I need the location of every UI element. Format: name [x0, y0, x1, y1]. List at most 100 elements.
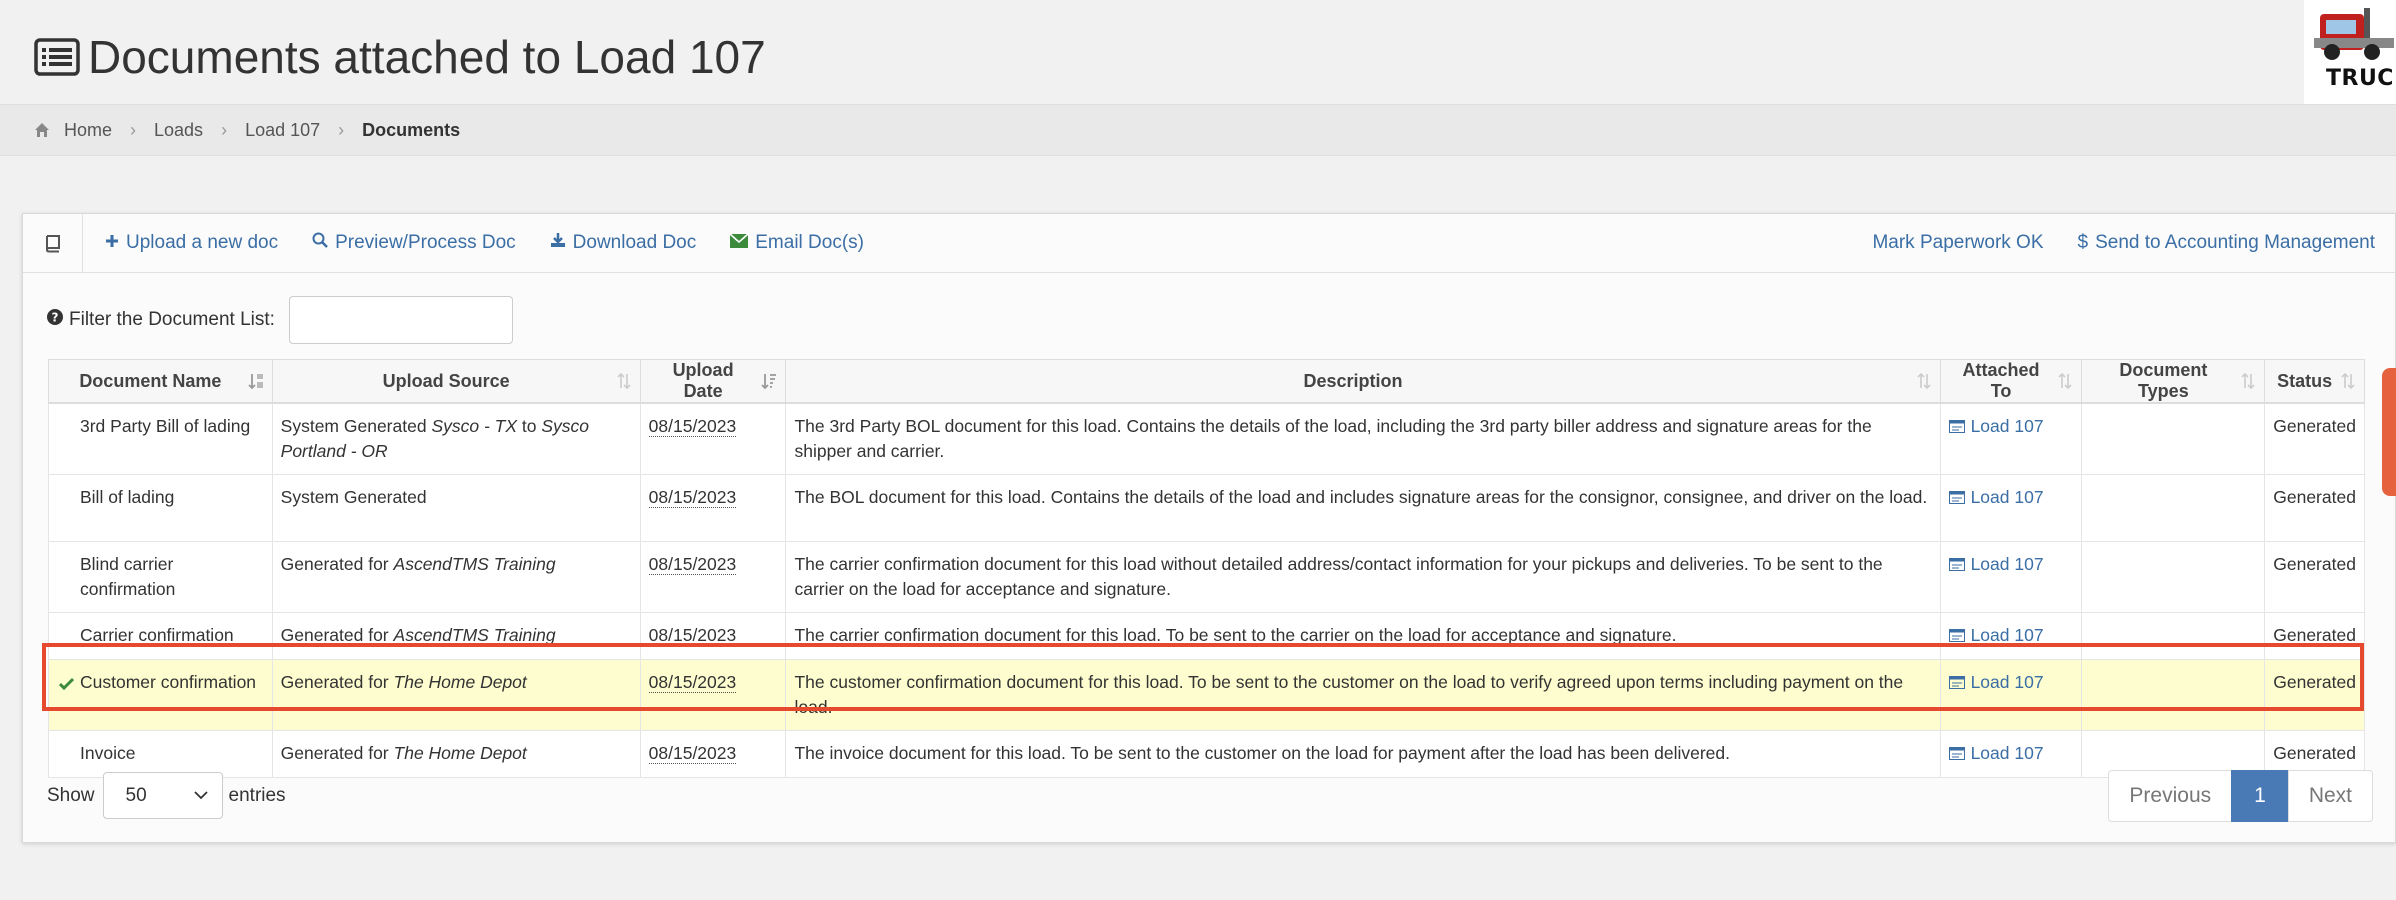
attached-load-label: Load 107 — [1970, 487, 2044, 507]
source-prefix: Generated for — [280, 554, 389, 574]
next-page-button[interactable]: Next — [2287, 770, 2373, 822]
sort-desc-icon — [761, 374, 777, 390]
chevron-right-icon: › — [338, 119, 345, 140]
cell-upload-date: 08/15/2023 — [639, 659, 787, 731]
filter-row: ? Filter the Document List: — [47, 296, 513, 344]
column-header-description[interactable]: Description — [785, 359, 1941, 404]
attached-load-link[interactable]: Load 107 — [1948, 623, 2044, 648]
attached-load-link[interactable]: Load 107 — [1948, 670, 2044, 695]
cell-document-name[interactable]: Carrier confirmation — [48, 612, 273, 660]
attached-load-link[interactable]: Load 107 — [1948, 552, 2044, 577]
question-circle-icon: ? — [47, 309, 63, 331]
table-row[interactable]: 3rd Party Bill of lading System Generate… — [48, 402, 2365, 475]
entries-value: 50 — [125, 784, 147, 806]
page-1-button[interactable]: 1 — [2231, 770, 2289, 822]
source-company: The Home Depot — [393, 672, 527, 692]
source-company: AscendTMS Training — [393, 554, 556, 574]
sort-alpha-icon — [248, 374, 263, 390]
entries-select[interactable]: 50 — [102, 772, 223, 819]
sort-icon — [617, 372, 631, 390]
entries-label: entries — [228, 784, 286, 806]
mark-paperwork-ok-label: Mark Paperwork OK — [1872, 232, 2044, 253]
side-feedback-tab[interactable] — [2382, 368, 2396, 496]
download-icon — [550, 232, 566, 254]
column-header-upload-source[interactable]: Upload Source — [271, 359, 641, 404]
table-row[interactable]: Carrier confirmation Generated for Ascen… — [48, 612, 2365, 660]
upload-doc-label: Upload a new doc — [126, 232, 279, 253]
upload-date: 08/15/2023 — [648, 625, 737, 646]
cell-document-types — [2081, 659, 2266, 731]
cell-description: The carrier confirmation document for th… — [785, 612, 1941, 660]
cell-description: The invoice document for this load. To b… — [785, 730, 1941, 778]
documents-table: Document Name Upload Source Upload Date … — [48, 359, 2365, 778]
cell-document-name[interactable]: 3rd Party Bill of lading — [48, 402, 273, 475]
cell-attached-to: Load 107 — [1939, 474, 2083, 542]
documents-panel: Upload a new doc Preview/Process Doc Dow… — [22, 213, 2396, 843]
column-header-document-types[interactable]: Document Types — [2081, 359, 2266, 404]
column-header-label: Status — [2277, 370, 2333, 391]
attached-load-label: Load 107 — [1970, 625, 2044, 645]
company-logo[interactable]: TRUCK — [2304, 0, 2396, 104]
upload-date: 08/15/2023 — [648, 672, 737, 693]
breadcrumb-loads[interactable]: Loads — [154, 120, 203, 141]
download-doc-label: Download Doc — [572, 232, 697, 253]
upload-doc-button[interactable]: Upload a new doc — [105, 232, 278, 254]
sort-icon — [2241, 372, 2255, 390]
breadcrumb-load[interactable]: Load 107 — [245, 120, 320, 141]
cell-upload-date: 08/15/2023 — [639, 541, 787, 613]
sort-icon — [1916, 372, 1931, 390]
truck-icon — [2314, 8, 2394, 60]
column-header-status[interactable]: Status — [2264, 359, 2365, 404]
window-icon — [1948, 420, 1965, 433]
cell-description: The customer confirmation document for t… — [785, 659, 1941, 731]
source-company: The Home Depot — [393, 743, 527, 763]
table-row[interactable]: Invoice Generated for The Home Depot 08/… — [48, 730, 2365, 778]
cell-document-name[interactable]: Blind carrier confirmation — [48, 541, 273, 613]
dollar-icon: $ — [2077, 232, 2089, 253]
cell-document-name[interactable]: Bill of lading — [48, 474, 273, 542]
table-header-row: Document Name Upload Source Upload Date … — [48, 359, 2365, 404]
table-row-selected[interactable]: Customer confirmation Generated for The … — [48, 659, 2365, 731]
cell-upload-date: 08/15/2023 — [639, 730, 787, 778]
email-doc-button[interactable]: Email Doc(s) — [729, 232, 864, 254]
mark-paperwork-ok-button[interactable]: Mark Paperwork OK — [1872, 232, 2043, 254]
chevron-right-icon: › — [130, 119, 137, 140]
cell-status: Generated — [2264, 541, 2365, 613]
preview-doc-label: Preview/Process Doc — [335, 232, 516, 253]
cell-attached-to: Load 107 — [1939, 612, 2083, 660]
envelope-icon — [729, 232, 749, 254]
cell-document-name[interactable]: Customer confirmation — [48, 659, 273, 731]
column-header-attached-to[interactable]: Attached To — [1939, 359, 2083, 404]
send-to-accounting-label: Send to Accounting Management — [2095, 232, 2375, 253]
cell-status: Generated — [2264, 659, 2365, 731]
source-prefix: Generated for — [280, 672, 389, 692]
cell-status: Generated — [2264, 402, 2365, 475]
table-row[interactable]: Bill of lading System Generated 08/15/20… — [48, 474, 2365, 542]
window-icon — [1948, 558, 1965, 571]
column-header-label: Upload Date — [672, 360, 734, 401]
filter-input[interactable] — [288, 296, 513, 344]
attached-load-link[interactable]: Load 107 — [1948, 741, 2044, 766]
source-prefix: Generated for — [280, 625, 389, 645]
attached-load-link[interactable]: Load 107 — [1948, 485, 2044, 510]
preview-doc-button[interactable]: Preview/Process Doc — [312, 232, 516, 254]
document-name-label: Customer confirmation — [80, 672, 257, 692]
check-icon — [58, 672, 75, 697]
table-row[interactable]: Blind carrier confirmation Generated for… — [48, 541, 2365, 613]
upload-date: 08/15/2023 — [648, 416, 737, 437]
cell-document-name[interactable]: Invoice — [48, 730, 273, 778]
upload-date: 08/15/2023 — [648, 554, 737, 575]
breadcrumb-documents: Documents — [362, 119, 461, 140]
breadcrumb-home[interactable]: Home — [64, 120, 112, 141]
svg-text:?: ? — [52, 311, 59, 325]
cell-upload-source: Generated for The Home Depot — [271, 659, 641, 731]
cell-upload-source: Generated for AscendTMS Training — [271, 612, 641, 660]
cell-description: The BOL document for this load. Contains… — [785, 474, 1941, 542]
window-icon — [1948, 491, 1965, 504]
attached-load-link[interactable]: Load 107 — [1948, 414, 2044, 439]
send-to-accounting-button[interactable]: $ Send to Accounting Management — [2078, 232, 2376, 254]
column-header-document-name[interactable]: Document Name — [48, 359, 273, 404]
previous-page-button[interactable]: Previous — [2108, 770, 2233, 822]
column-header-upload-date[interactable]: Upload Date — [639, 359, 787, 404]
download-doc-button[interactable]: Download Doc — [550, 232, 697, 254]
